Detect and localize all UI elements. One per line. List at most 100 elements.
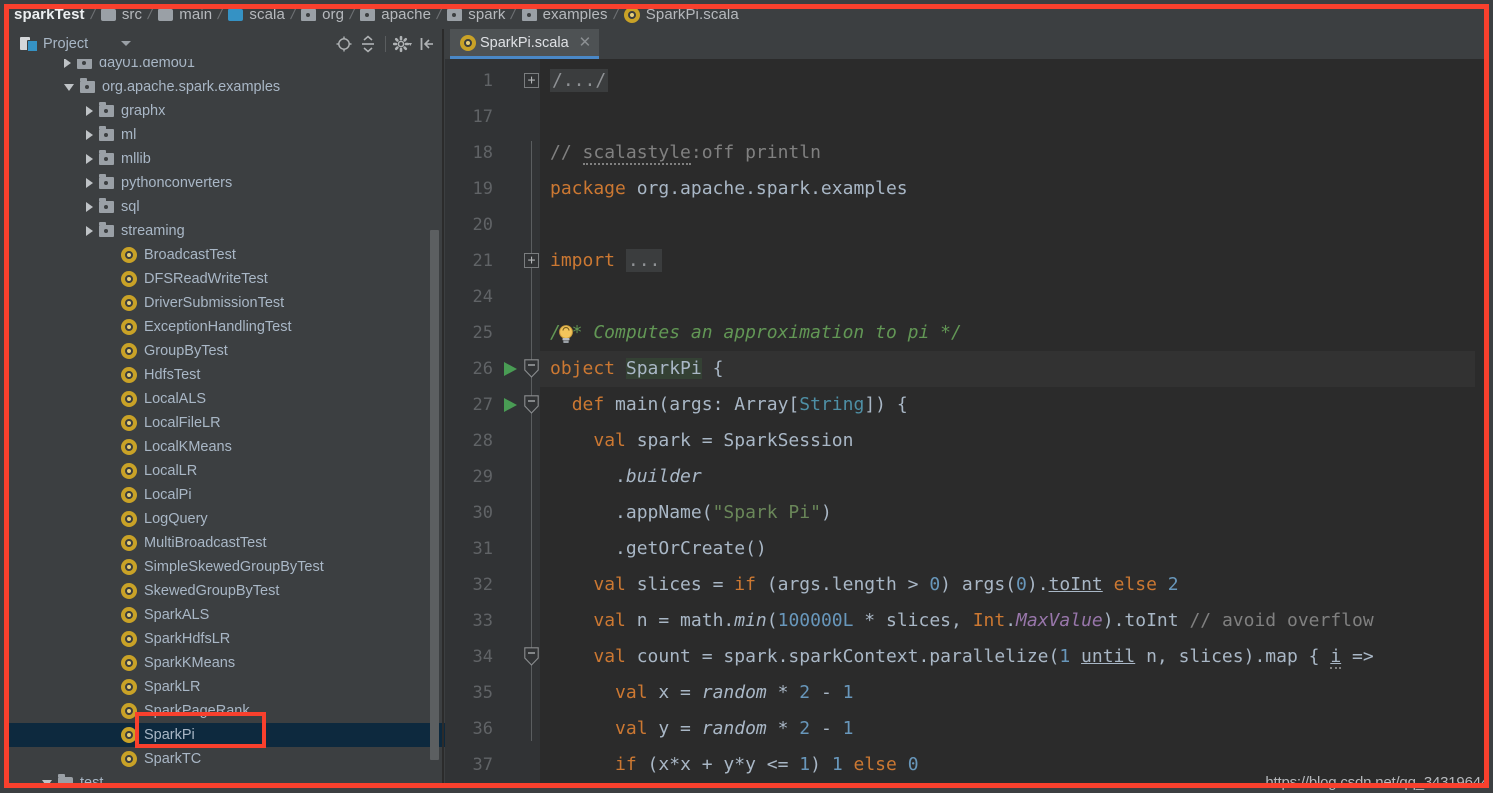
chevron-right-icon[interactable] bbox=[86, 178, 93, 188]
tree-item-sparklr[interactable]: SparkLR bbox=[8, 675, 445, 699]
project-tree[interactable]: day01.demo01 org.apache.spark.examples gra… bbox=[8, 59, 445, 785]
tree-item-localpi[interactable]: LocalPi bbox=[8, 483, 445, 507]
fold-collapse-line-26[interactable] bbox=[524, 359, 539, 379]
fold-expand-line-21[interactable]: + bbox=[524, 253, 539, 268]
code-line-30[interactable]: .appName("Spark Pi") bbox=[540, 495, 832, 531]
tree-item-org-apache-spark-examples[interactable]: org.apache.spark.examples bbox=[8, 75, 445, 99]
code-editor[interactable]: 1 17 18 19 20 21 24 25 26 27 28 29 30 31 32 33 34 35 36 37 +… bbox=[445, 59, 1489, 785]
tree-item-mllib[interactable]: mllib bbox=[8, 147, 445, 171]
collapse-all-icon[interactable] bbox=[357, 33, 379, 55]
code-line-29[interactable]: .builder bbox=[540, 459, 702, 495]
tree-item-ml[interactable]: ml bbox=[8, 123, 445, 147]
code-line-37[interactable]: if (x*x + y*y <= 1) 1 else 0 bbox=[540, 747, 919, 783]
gutter-line-37[interactable]: 37 bbox=[445, 747, 540, 783]
code-line-35[interactable]: val x = random * 2 - 1 bbox=[540, 675, 853, 711]
gutter-line-24[interactable]: 24 bbox=[445, 279, 540, 315]
gutter-line-32[interactable]: 32 bbox=[445, 567, 540, 603]
code-line-24[interactable] bbox=[540, 279, 550, 315]
code-line-25[interactable]: /** Computes an approximation to pi */ bbox=[540, 315, 962, 351]
fold-placeholder[interactable]: ... bbox=[625, 249, 663, 272]
gutter-line-28[interactable]: 28 bbox=[445, 423, 540, 459]
gutter-line-30[interactable]: 30 bbox=[445, 495, 540, 531]
chevron-down-icon[interactable] bbox=[42, 779, 52, 785]
sidebar-scrollbar[interactable] bbox=[430, 230, 439, 760]
code-line-21[interactable]: import ... bbox=[540, 243, 663, 279]
tree-item-sql[interactable]: sql bbox=[8, 195, 445, 219]
tree-item-dfsreadwritetest[interactable]: DFSReadWriteTest bbox=[8, 267, 445, 291]
tree-item-hdfstest[interactable]: HdfsTest bbox=[8, 363, 445, 387]
chevron-right-icon[interactable] bbox=[86, 106, 93, 116]
code-line-28[interactable]: val spark = SparkSession bbox=[540, 423, 853, 459]
tree-item-day01-demo01[interactable]: day01.demo01 bbox=[8, 59, 445, 75]
editor-code-area[interactable]: /.../ // scalastyle:off println package or… bbox=[540, 59, 1489, 785]
tab-sparkpi-scala[interactable]: SparkPi.scala ✕ bbox=[450, 29, 600, 59]
tree-item-logquery[interactable]: LogQuery bbox=[8, 507, 445, 531]
tree-item-localals[interactable]: LocalALS bbox=[8, 387, 445, 411]
tree-item-simpleskewedgroupbytest[interactable]: SimpleSkewedGroupByTest bbox=[8, 555, 445, 579]
tree-item-multibroadcasttest[interactable]: MultiBroadcastTest bbox=[8, 531, 445, 555]
tree-item-skewedgroupbytest[interactable]: SkewedGroupByTest bbox=[8, 579, 445, 603]
breadcrumb-item-examples[interactable]: examples bbox=[521, 0, 608, 29]
tree-item-groupbytest[interactable]: GroupByTest bbox=[8, 339, 445, 363]
code-line-34[interactable]: val count = spark.sparkContext.paralleli… bbox=[540, 639, 1374, 675]
gutter-line-31[interactable]: 31 bbox=[445, 531, 540, 567]
tree-item-exceptionhandlingtest[interactable]: ExceptionHandlingTest bbox=[8, 315, 445, 339]
tree-item-streaming[interactable]: streaming bbox=[8, 219, 445, 243]
gutter-line-33[interactable]: 33 bbox=[445, 603, 540, 639]
code-line-31[interactable]: .getOrCreate() bbox=[540, 531, 767, 567]
tree-item-localfilelr[interactable]: LocalFileLR bbox=[8, 411, 445, 435]
code-line-36[interactable]: val y = random * 2 - 1 bbox=[540, 711, 853, 747]
gutter-line-20[interactable]: 20 bbox=[445, 207, 540, 243]
locate-icon[interactable] bbox=[333, 33, 355, 55]
gutter-line-18[interactable]: 18 bbox=[445, 135, 540, 171]
tree-item-sparkkmeans[interactable]: SparkKMeans bbox=[8, 651, 445, 675]
code-line-20[interactable] bbox=[540, 207, 550, 243]
chevron-down-icon[interactable] bbox=[64, 83, 74, 91]
fold-collapse-line-27[interactable] bbox=[524, 395, 539, 415]
tree-item-sparkpagerank[interactable]: SparkPageRank bbox=[8, 699, 445, 723]
code-line-18[interactable]: // scalastyle:off println bbox=[540, 135, 821, 171]
chevron-right-icon[interactable] bbox=[86, 154, 93, 164]
run-gutter-icon[interactable] bbox=[501, 396, 519, 414]
breadcrumb-item-org[interactable]: org bbox=[301, 0, 344, 29]
tree-item-broadcasttest[interactable]: BroadcastTest bbox=[8, 243, 445, 267]
tree-item-test[interactable]: test bbox=[8, 771, 445, 785]
code-line-1[interactable]: /.../ bbox=[540, 63, 609, 99]
code-line-27[interactable]: def main(args: Array[String]) { bbox=[540, 387, 908, 423]
code-line-32[interactable]: val slices = if (args.length > 0) args(0… bbox=[540, 567, 1178, 603]
tree-item-driversubmissiontest[interactable]: DriverSubmissionTest bbox=[8, 291, 445, 315]
close-icon[interactable]: ✕ bbox=[579, 35, 592, 50]
fold-expand-line-1[interactable]: + bbox=[524, 73, 539, 88]
chevron-right-icon[interactable] bbox=[86, 202, 93, 212]
breadcrumb-item-scala[interactable]: scala bbox=[228, 0, 285, 29]
gutter-line-19[interactable]: 19 bbox=[445, 171, 540, 207]
chevron-right-icon[interactable] bbox=[64, 59, 71, 68]
editor-scrollbar[interactable] bbox=[1475, 59, 1489, 785]
breadcrumb-item-main[interactable]: main bbox=[158, 0, 212, 29]
run-gutter-icon[interactable] bbox=[501, 360, 519, 378]
breadcrumb-item-src[interactable]: src bbox=[100, 0, 142, 29]
tree-item-graphx[interactable]: graphx bbox=[8, 99, 445, 123]
editor-gutter[interactable]: 1 17 18 19 20 21 24 25 26 27 28 29 30 31 32 33 34 35 36 37 +… bbox=[445, 59, 540, 785]
tree-item-localkmeans[interactable]: LocalKMeans bbox=[8, 435, 445, 459]
gutter-line-29[interactable]: 29 bbox=[445, 459, 540, 495]
breadcrumb-item-apache[interactable]: apache bbox=[360, 0, 431, 29]
gutter-line-25[interactable]: 25 bbox=[445, 315, 540, 351]
code-line-33[interactable]: val n = math.min(100000L * slices, Int.M… bbox=[540, 603, 1373, 639]
code-line-26[interactable]: object SparkPi { bbox=[540, 351, 1489, 387]
breadcrumb-item-sparktest[interactable]: sparkTest bbox=[12, 0, 85, 29]
code-line-19[interactable]: package org.apache.spark.examples bbox=[540, 171, 908, 207]
project-toolwindow-title[interactable]: Project bbox=[8, 36, 88, 52]
panel-divider[interactable] bbox=[442, 29, 444, 785]
breadcrumb-item-sparkpi-scala[interactable]: SparkPi.scala bbox=[623, 0, 739, 29]
hide-panel-icon[interactable] bbox=[416, 33, 438, 55]
tree-item-sparktc[interactable]: SparkTC bbox=[8, 747, 445, 771]
code-line-17[interactable] bbox=[540, 99, 550, 135]
chevron-right-icon[interactable] bbox=[86, 226, 93, 236]
breadcrumb-item-spark[interactable]: spark bbox=[447, 0, 505, 29]
fold-placeholder[interactable]: /.../ bbox=[550, 69, 609, 92]
gutter-line-17[interactable]: 17 bbox=[445, 99, 540, 135]
chevron-right-icon[interactable] bbox=[86, 130, 93, 140]
chevron-down-icon[interactable] bbox=[121, 41, 131, 46]
tree-item-locallr[interactable]: LocalLR bbox=[8, 459, 445, 483]
